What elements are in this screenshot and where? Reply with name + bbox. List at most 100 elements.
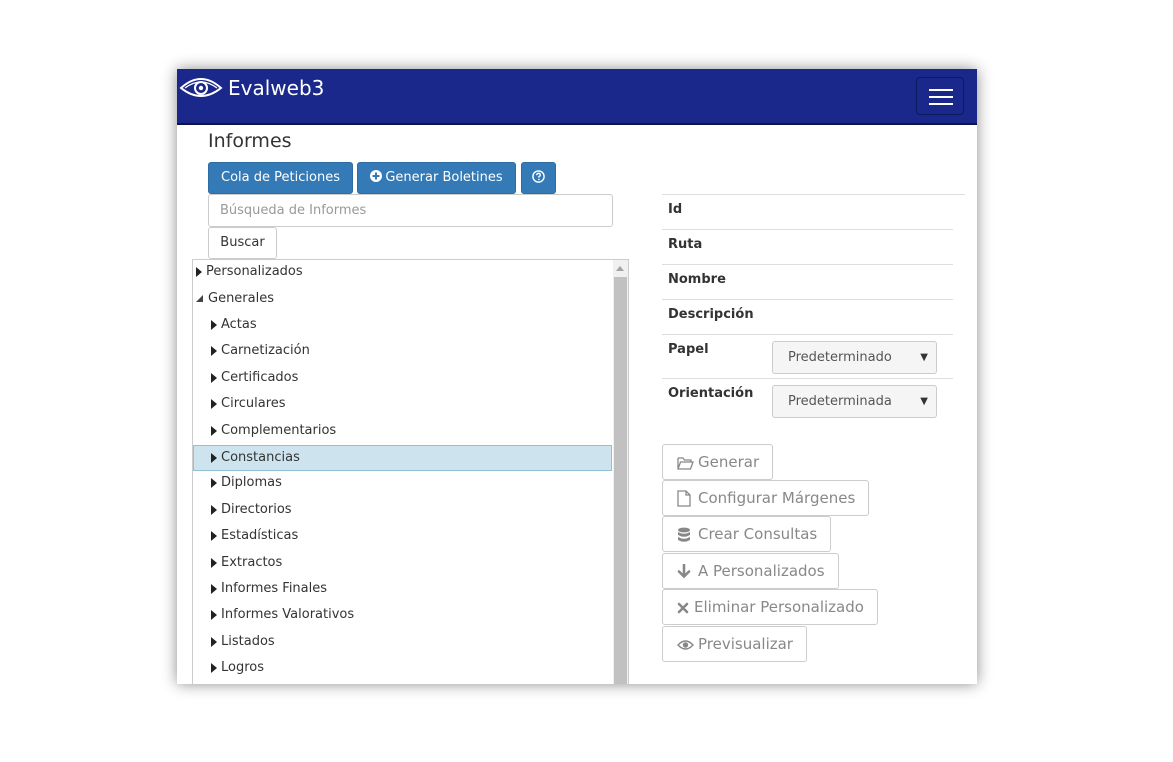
expand-icon[interactable] [196, 266, 202, 277]
tree-node-personalizados[interactable]: Personalizados [196, 260, 303, 286]
crear-consultas-button[interactable]: Crear Consultas [662, 516, 832, 552]
folder-open-icon [677, 456, 695, 470]
scrollbar-thumb[interactable] [614, 277, 627, 684]
plus-circle-icon [370, 170, 383, 182]
tree-node-informes-valorativos[interactable]: Informes Valorativos [211, 603, 354, 629]
configurar-margenes-button[interactable]: Configurar Márgenes [662, 480, 870, 516]
tree-node-diplomas[interactable]: Diplomas [211, 471, 282, 497]
tree-node-complementarios[interactable]: Complementarios [211, 419, 336, 445]
tree-node-generales[interactable]: Generales [196, 287, 274, 313]
tree-node-label: Complementarios [221, 423, 337, 438]
expand-icon[interactable] [211, 452, 217, 463]
hamburger-icon [929, 103, 953, 105]
tree-node-label: Actas [221, 317, 257, 332]
tree-node-label: Generales [208, 291, 275, 306]
brand-name[interactable]: Evalweb3 [228, 75, 324, 101]
tree-node-extractos[interactable]: Extractos [211, 551, 282, 577]
expand-icon[interactable] [211, 319, 217, 330]
tree-node-label: Logros [221, 660, 265, 675]
tree-node-constancias[interactable]: Constancias [193, 445, 612, 471]
page-title: Informes [208, 130, 292, 152]
tree-node-circulares[interactable]: Circulares [211, 392, 286, 418]
collapse-icon[interactable] [196, 295, 203, 302]
configurar-margenes-label: Configurar Márgenes [698, 489, 856, 507]
ruta-label: Ruta [668, 237, 703, 252]
database-icon [677, 527, 695, 543]
expand-icon[interactable] [211, 636, 217, 647]
tree-node-label: Estadísticas [221, 528, 299, 543]
detail-row-id: Id [662, 194, 965, 229]
tree-node-certificados[interactable]: Certificados [211, 366, 298, 392]
tree-node-estadisticas[interactable]: Estadísticas [211, 524, 298, 550]
tree-node-logros[interactable]: Logros [211, 656, 264, 682]
tree-node-label: Directorios [221, 502, 292, 517]
detail-row-papel: Papel Predeterminado ▼ [662, 334, 953, 378]
dropdown-arrow-icon: ▼ [920, 396, 928, 407]
close-icon [677, 602, 691, 614]
detail-row-nombre: Nombre [662, 264, 953, 299]
expand-icon[interactable] [211, 504, 217, 515]
expand-icon[interactable] [211, 557, 217, 568]
eye-logo-icon[interactable] [179, 73, 223, 101]
tree-node-carnetizacion[interactable]: Carnetización [211, 339, 310, 365]
arrow-down-icon [677, 564, 695, 579]
help-button[interactable] [521, 162, 556, 194]
search-button[interactable]: Buscar [208, 227, 277, 259]
expand-icon[interactable] [211, 583, 217, 594]
papel-select[interactable]: Predeterminado ▼ [772, 341, 937, 374]
tree-node-directorios[interactable]: Directorios [211, 498, 292, 524]
eliminar-personalizado-button[interactable]: Eliminar Personalizado [662, 589, 878, 625]
a-personalizados-label: A Personalizados [698, 562, 825, 580]
expand-icon[interactable] [211, 662, 217, 673]
scroll-up-arrow-icon[interactable] [616, 266, 624, 271]
tree-scrollbar[interactable] [613, 260, 628, 684]
hamburger-icon [929, 96, 953, 98]
tree-node-label: Constancias [221, 450, 300, 465]
expand-icon[interactable] [211, 398, 217, 409]
search-button-label: Buscar [220, 235, 265, 250]
nombre-label: Nombre [668, 272, 726, 287]
report-tree[interactable]: Personalizados Generales Actas Carnetiza… [192, 259, 629, 684]
expand-icon[interactable] [211, 530, 217, 541]
dropdown-arrow-icon: ▼ [920, 352, 928, 363]
navbar: Evalweb3 [177, 69, 977, 125]
search-input[interactable] [208, 194, 613, 227]
tree-node-label: Informes Finales [221, 581, 328, 596]
expand-icon[interactable] [211, 345, 217, 356]
generar-label: Generar [698, 453, 760, 471]
expand-icon[interactable] [211, 372, 217, 383]
tree-node-listados[interactable]: Listados [211, 630, 275, 656]
orientacion-select[interactable]: Predeterminada ▼ [772, 385, 937, 418]
detail-row-descripcion: Descripción [662, 299, 953, 334]
previsualizar-button[interactable]: Previsualizar [662, 626, 807, 662]
detail-row-orientacion: Orientación Predeterminada ▼ [662, 378, 953, 422]
generate-bulletins-label: Generar Boletines [385, 170, 503, 185]
detail-row-ruta: Ruta [662, 229, 953, 264]
orientacion-label: Orientación [668, 386, 754, 401]
tree-node-label: Certificados [221, 370, 299, 385]
tree-node-label: Personalizados [206, 264, 303, 279]
queue-button[interactable]: Cola de Peticiones [208, 162, 353, 194]
tree-node-informes-finales[interactable]: Informes Finales [211, 577, 327, 603]
eye-icon [677, 639, 695, 651]
a-personalizados-button[interactable]: A Personalizados [662, 553, 839, 589]
generar-button[interactable]: Generar [662, 444, 774, 480]
file-icon [677, 490, 695, 507]
expand-icon[interactable] [211, 609, 217, 620]
eliminar-personalizado-label: Eliminar Personalizado [694, 598, 864, 616]
tree-node-label: Diplomas [221, 475, 282, 490]
id-label: Id [668, 202, 683, 217]
previsualizar-label: Previsualizar [698, 635, 793, 653]
app-window: Evalweb3 Informes Cola de Peticiones Gen… [177, 69, 977, 684]
queue-button-label: Cola de Peticiones [221, 170, 340, 185]
tree-node-label: Extractos [221, 555, 283, 570]
tree-node-label: Informes Valorativos [221, 607, 355, 622]
hamburger-icon [929, 89, 953, 91]
expand-icon[interactable] [211, 425, 217, 436]
tree-node-label: Carnetización [221, 343, 310, 358]
menu-toggle-button[interactable] [916, 77, 964, 115]
generate-bulletins-button[interactable]: Generar Boletines [357, 162, 516, 194]
crear-consultas-label: Crear Consultas [698, 525, 818, 543]
tree-node-actas[interactable]: Actas [211, 313, 257, 339]
expand-icon[interactable] [211, 477, 217, 488]
